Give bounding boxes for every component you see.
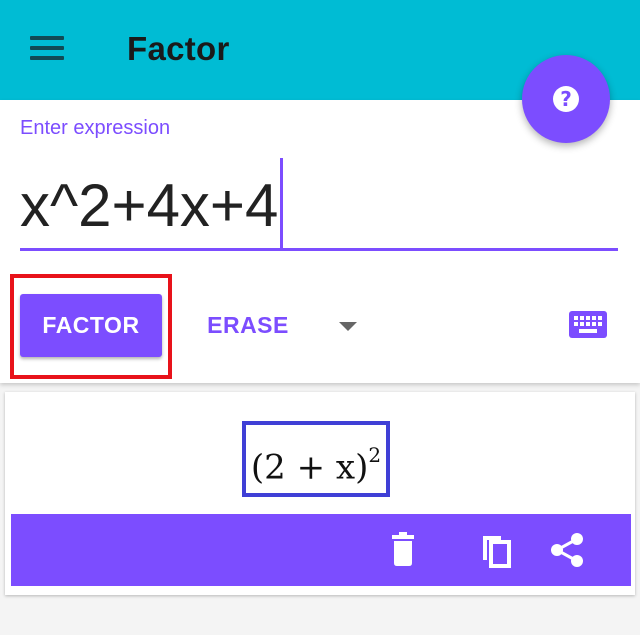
page-title: Factor: [127, 30, 230, 67]
text-caret: [280, 158, 284, 250]
result-card: (2 + x)2: [5, 392, 635, 595]
expression-text: x^2+4x+4: [20, 171, 279, 239]
result-exponent: 2: [368, 443, 382, 467]
erase-button[interactable]: ERASE: [198, 294, 298, 357]
expression-input[interactable]: x^2+4x+4: [20, 152, 618, 251]
help-circle-icon: ?: [553, 86, 579, 112]
delete-icon[interactable]: [383, 530, 423, 570]
keyboard-icon[interactable]: [568, 310, 608, 340]
dropdown-triangle: [339, 322, 357, 331]
dropdown-arrow-icon[interactable]: [330, 310, 366, 342]
result-expression: (2 + x)2: [242, 421, 390, 497]
expression-value: x^2+4x+4: [20, 158, 284, 256]
hamburger-menu-icon[interactable]: [30, 34, 66, 64]
result-base: (2 + x): [250, 447, 369, 488]
menu-line: [30, 36, 64, 40]
copy-icon[interactable]: [475, 530, 515, 570]
result-action-bar: [11, 514, 631, 586]
menu-line: [30, 56, 64, 60]
help-button[interactable]: ?: [522, 55, 610, 143]
input-card: Enter expression x^2+4x+4 FACTOR ERASE: [0, 100, 640, 383]
factor-button[interactable]: FACTOR: [20, 294, 162, 357]
menu-line: [30, 46, 64, 50]
share-icon[interactable]: [547, 530, 587, 570]
factor-app: Factor ? Enter expression x^2+4x+4 FACTO…: [0, 0, 640, 635]
expression-label: Enter expression: [20, 117, 171, 139]
